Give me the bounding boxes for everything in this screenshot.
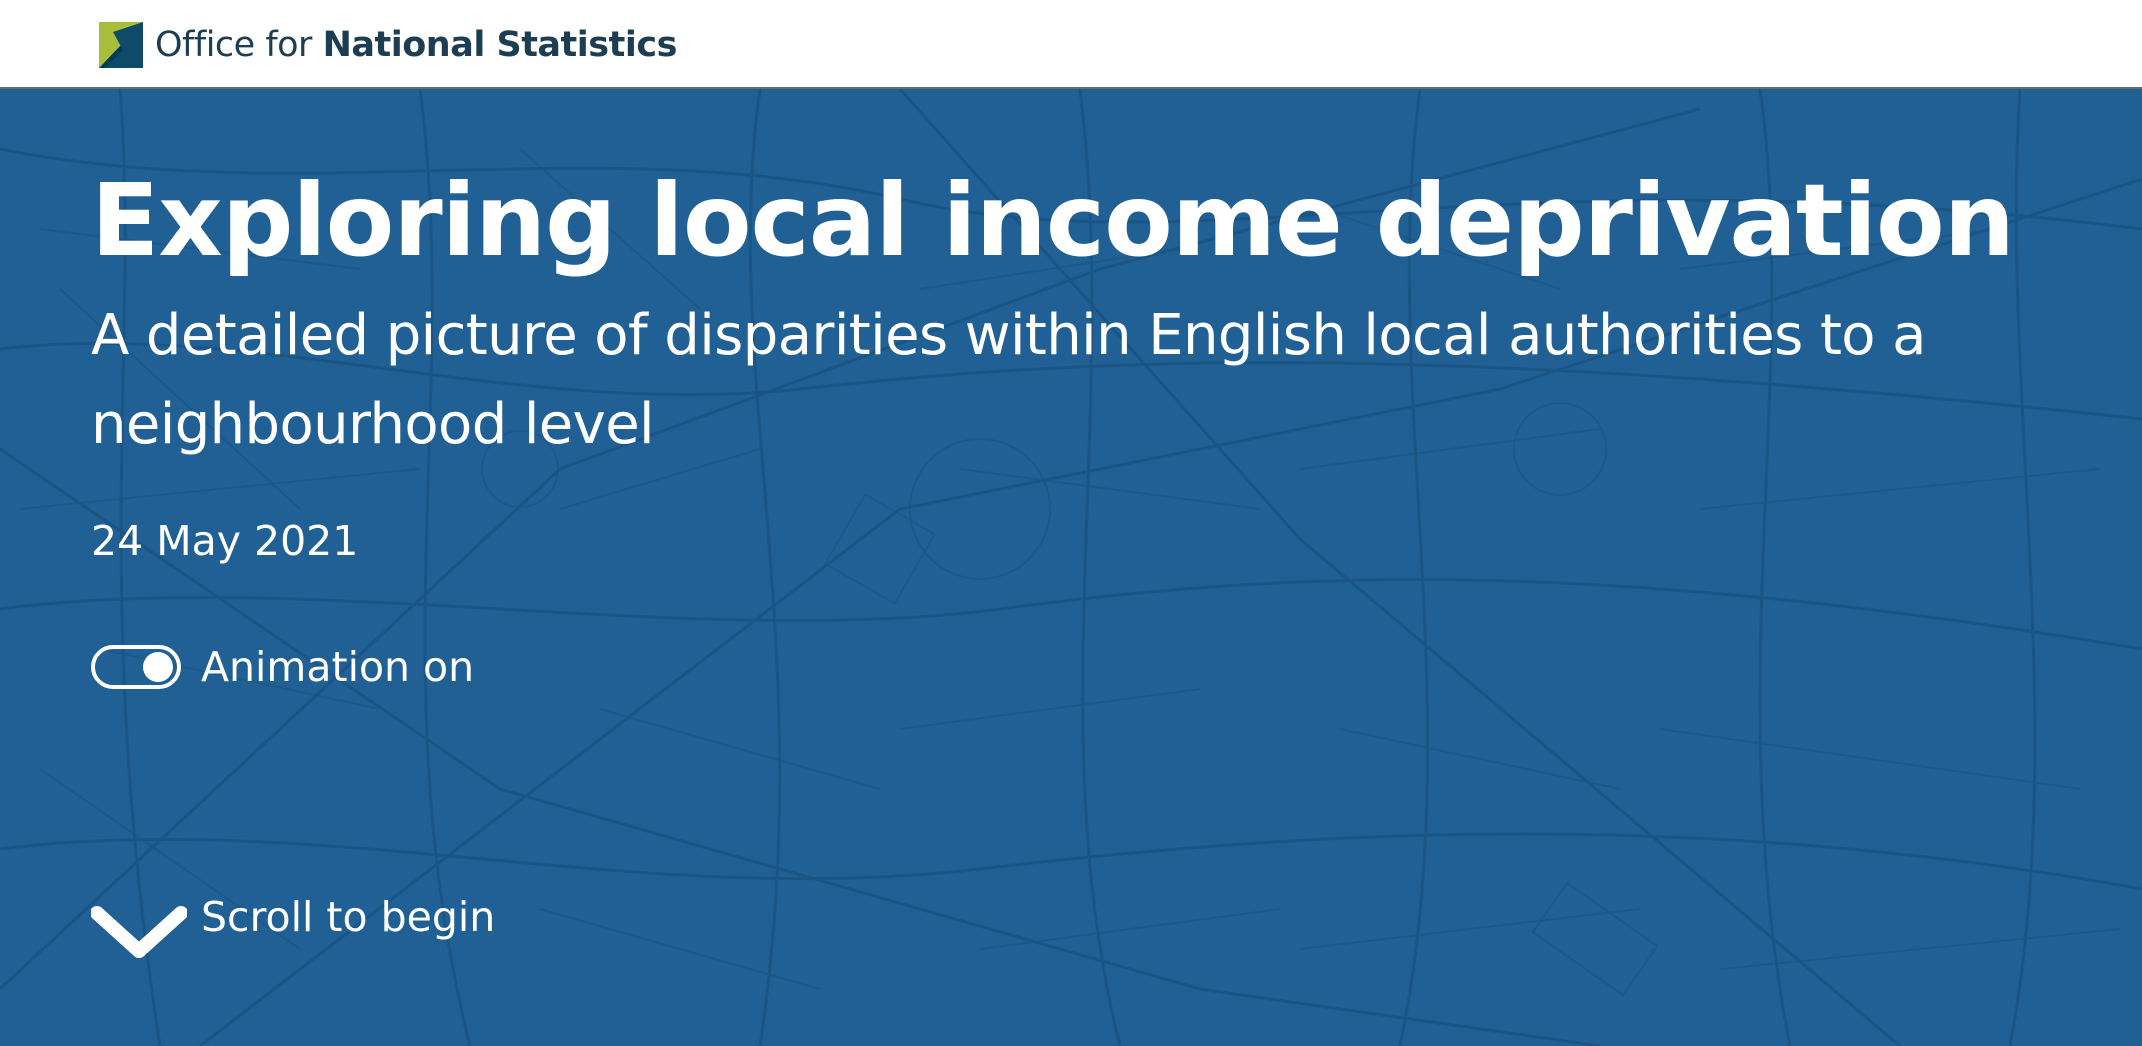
scroll-prompt[interactable]: Scroll to begin	[91, 889, 495, 963]
ons-logo-link[interactable]: Office for National Statistics	[99, 20, 677, 70]
hero-banner: Exploring local income deprivation A det…	[0, 89, 2142, 1046]
toggle-switch[interactable]	[91, 645, 181, 689]
scroll-prompt-label: Scroll to begin	[201, 893, 496, 941]
wordmark-light: Office for	[155, 25, 312, 65]
wordmark-bold: National Statistics	[322, 25, 678, 65]
page-title: Exploring local income deprivation	[91, 162, 2015, 279]
animation-toggle-label: Animation on	[201, 643, 475, 691]
chevron-down-icon[interactable]	[91, 899, 187, 963]
toggle-knob	[143, 652, 173, 682]
page-subtitle: A detailed picture of disparities within…	[91, 303, 1926, 457]
ons-wordmark: Office for National Statistics	[155, 25, 677, 65]
animation-toggle[interactable]: Animation on	[91, 639, 474, 695]
publication-date: 24 May 2021	[91, 517, 359, 565]
ons-logo-icon	[99, 22, 143, 68]
site-header: Office for National Statistics	[0, 0, 2142, 89]
